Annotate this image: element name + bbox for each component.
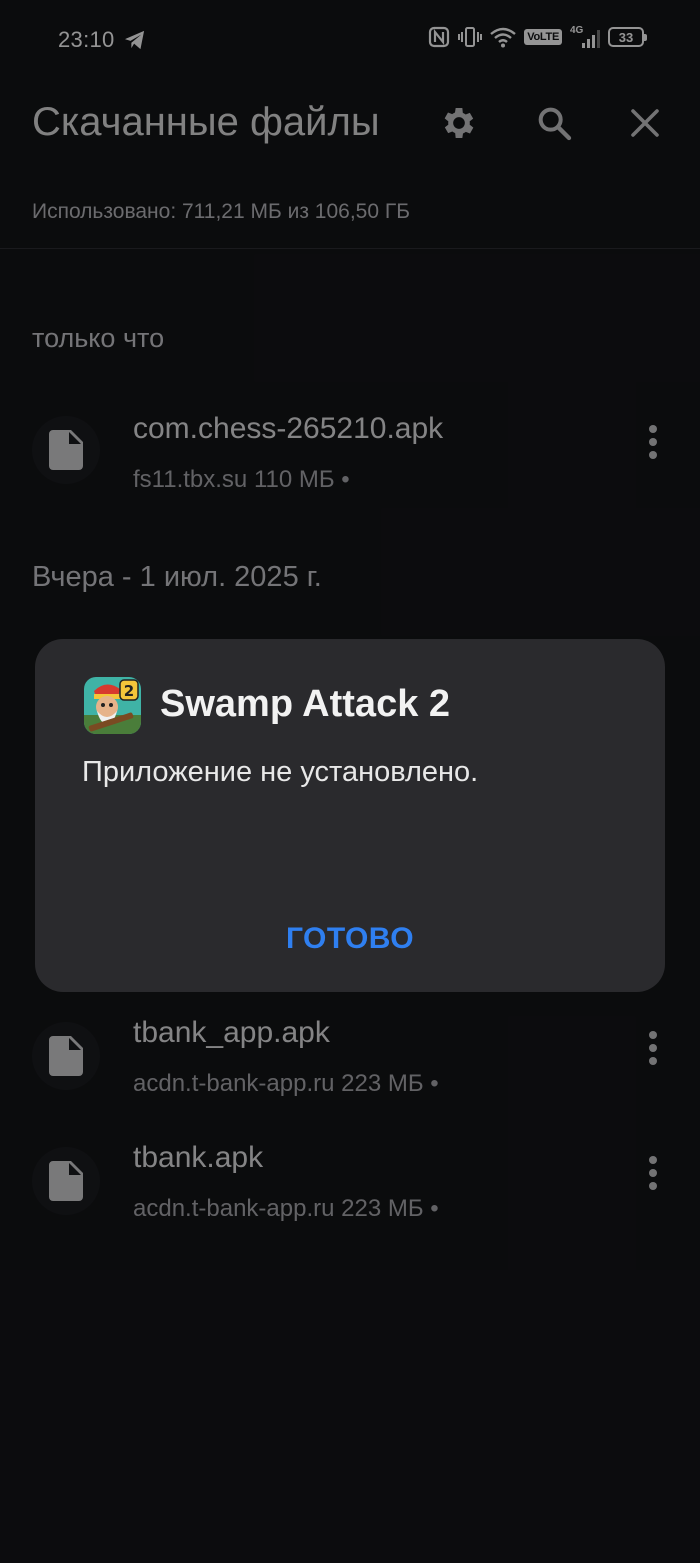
downloads-screen: 23:10 VoLTE 4G 33 Скачанные файлы Исполь… <box>0 0 700 1563</box>
install-result-dialog: 2 Swamp Attack 2 Приложение не установле… <box>35 639 665 992</box>
svg-text:2: 2 <box>124 682 134 700</box>
dialog-message: Приложение не установлено. <box>82 756 479 788</box>
swamp-attack-app-icon: 2 <box>84 677 141 734</box>
dialog-title: Swamp Attack 2 <box>160 683 451 725</box>
done-button[interactable]: ГОТОВО <box>250 914 450 964</box>
app-icon: 2 <box>84 677 141 734</box>
